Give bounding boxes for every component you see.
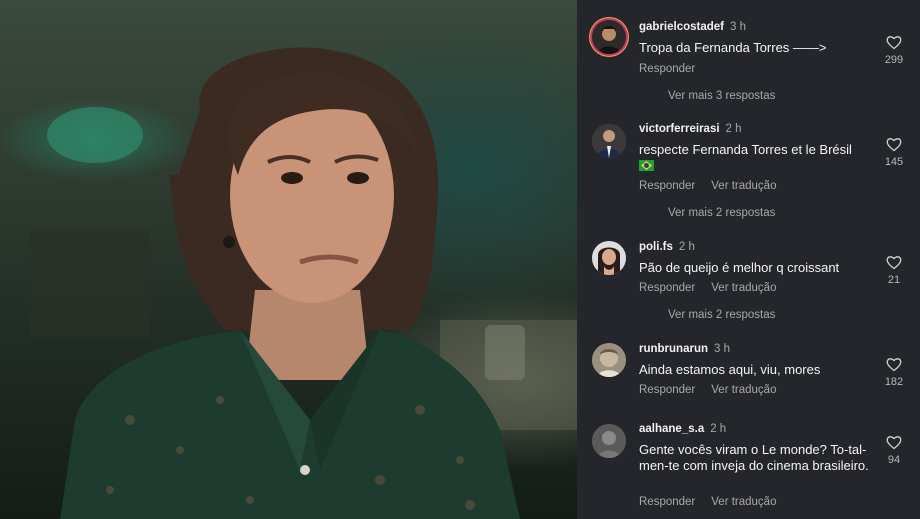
translate-button[interactable]: Ver tradução	[711, 282, 776, 294]
comment-time: 3 h	[714, 343, 730, 355]
comment-text: Pão de queijo é melhor q croissant	[639, 260, 840, 275]
like-count: 182	[884, 376, 904, 388]
heart-icon[interactable]	[886, 435, 902, 450]
reply-button[interactable]: Responder	[639, 63, 695, 75]
like-button[interactable]: 145	[877, 137, 911, 168]
like-button[interactable]: 21	[877, 255, 911, 286]
heart-icon[interactable]	[886, 137, 902, 152]
heart-icon[interactable]	[886, 255, 902, 270]
reply-button[interactable]: Responder	[639, 282, 695, 294]
user-avatar-icon[interactable]	[592, 424, 626, 458]
comment-username[interactable]: runbrunarun	[639, 343, 708, 355]
brazil-flag-icon	[639, 160, 654, 171]
comments-panel: gabrielcostadef 3 h Tropa da Fernanda Tor…	[577, 0, 920, 519]
comment-text: Tropa da Fernanda Torres ——>	[639, 40, 827, 55]
translate-button[interactable]: Ver tradução	[711, 384, 776, 396]
user-avatar-icon[interactable]	[592, 124, 626, 158]
comment-username[interactable]: aalhane_s.a	[639, 423, 704, 435]
reply-button[interactable]: Responder	[639, 180, 695, 192]
comment-time: 2 h	[725, 123, 742, 135]
comment-text: respecte Fernanda Torres et le Brésil	[639, 142, 852, 157]
translate-button[interactable]: Ver tradução	[711, 180, 776, 192]
like-button[interactable]: 299	[877, 35, 911, 66]
like-count: 94	[887, 454, 901, 466]
like-button[interactable]: 94	[877, 435, 911, 466]
user-avatar-icon[interactable]	[592, 241, 626, 275]
woman-portrait-image	[30, 47, 577, 519]
like-count: 21	[887, 274, 901, 286]
comment-username[interactable]: gabrielcostadef	[639, 21, 724, 33]
reply-button[interactable]: Responder	[639, 496, 695, 508]
comment-username[interactable]: victorferreirasi	[639, 123, 720, 135]
like-count: 299	[884, 54, 904, 66]
view-more-replies[interactable]: Ver mais 3 respostas	[668, 90, 775, 102]
user-avatar-icon[interactable]	[592, 20, 626, 54]
heart-icon[interactable]	[886, 35, 902, 50]
post-photo	[0, 0, 577, 519]
like-button[interactable]: 182	[877, 357, 911, 388]
view-more-replies[interactable]: Ver mais 2 respostas	[668, 207, 775, 219]
heart-icon[interactable]	[886, 357, 902, 372]
comment-time: 2 h	[678, 241, 695, 253]
view-more-replies[interactable]: Ver mais 2 respostas	[668, 309, 775, 321]
comment-time: 2 h	[710, 423, 727, 435]
comment-username[interactable]: poli.fs	[639, 241, 673, 253]
user-avatar-icon[interactable]	[592, 343, 626, 377]
translate-button[interactable]: Ver tradução	[711, 496, 776, 508]
comment-time: 3 h	[730, 21, 746, 33]
reply-button[interactable]: Responder	[639, 384, 695, 396]
like-count: 145	[884, 156, 904, 168]
comment-text: Gente vocês viram o Le monde? To-tal-men…	[639, 442, 869, 473]
comment-text: Ainda estamos aqui, viu, mores	[639, 362, 821, 377]
